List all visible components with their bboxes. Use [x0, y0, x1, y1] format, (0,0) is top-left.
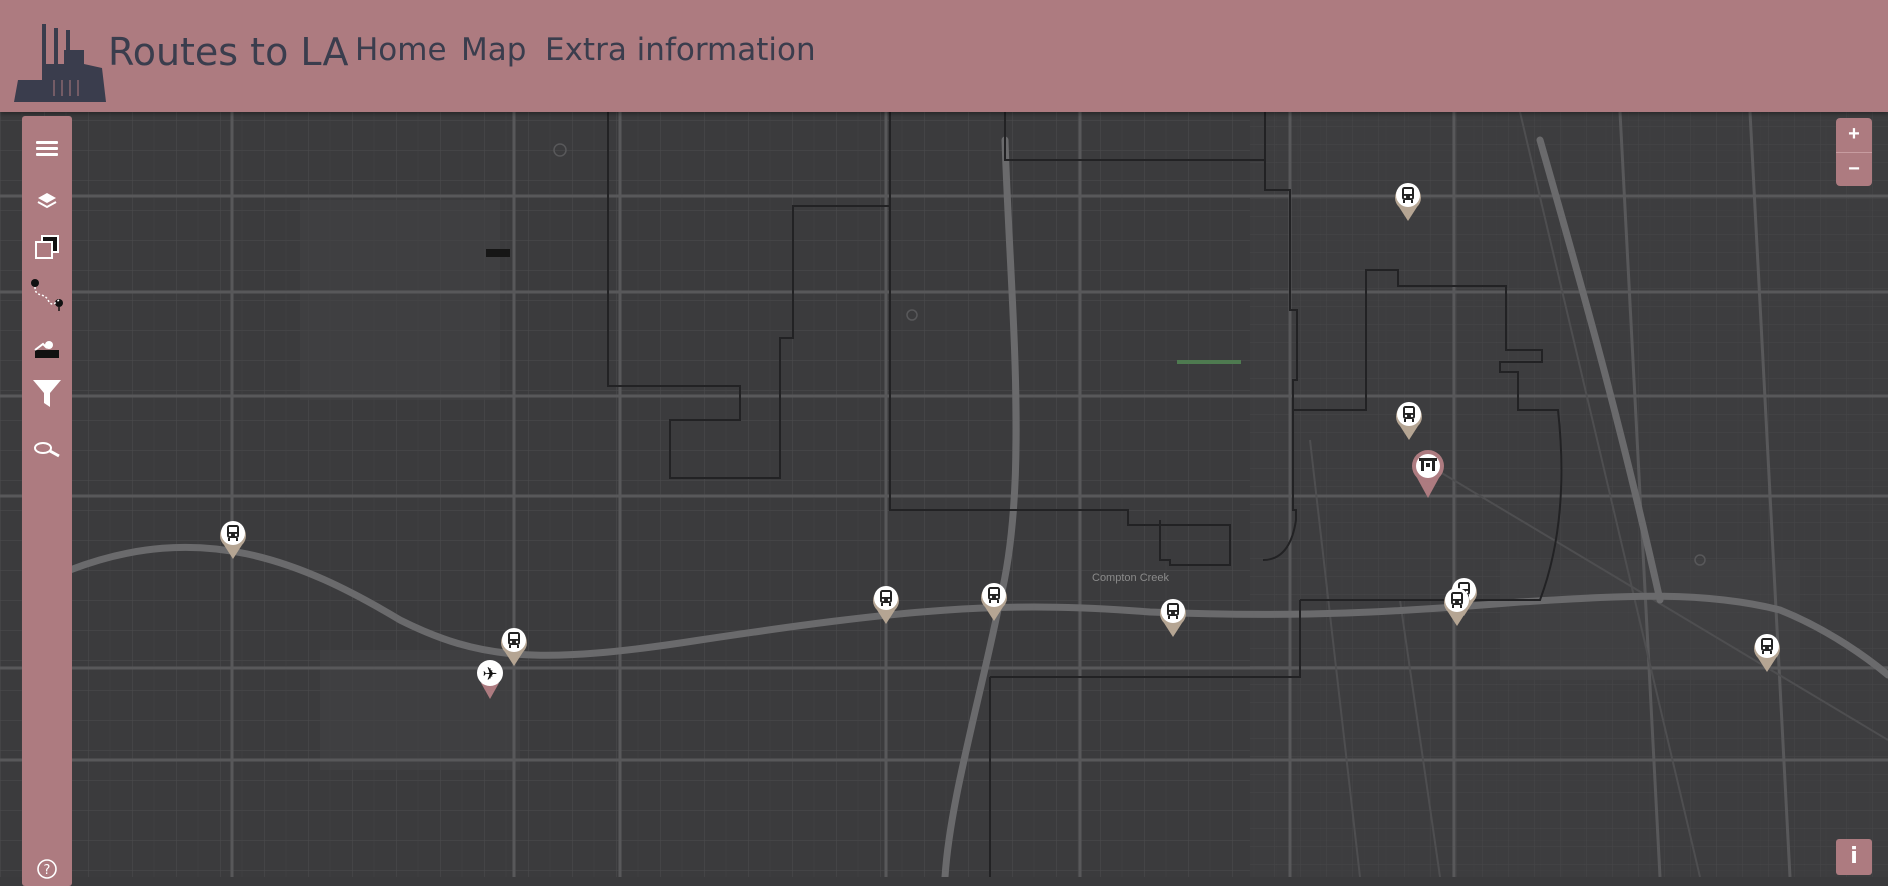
zoom-control: + − — [1836, 118, 1872, 186]
layers-list-icon[interactable] — [30, 132, 64, 166]
map-tools-sidebar: ? — [22, 116, 72, 886]
map-canvas[interactable]: Compton Creek ✈ — [0, 112, 1888, 877]
bus-stop-marker[interactable] — [873, 586, 899, 624]
help-label: ? — [44, 863, 51, 878]
brand-title[interactable]: Routes to LA — [108, 30, 348, 74]
zoom-in-button[interactable]: + — [1836, 118, 1872, 152]
bus-stop-marker[interactable] — [1754, 634, 1780, 672]
bus-stop-marker[interactable] — [1395, 183, 1421, 221]
bus-stop-marker[interactable] — [501, 628, 527, 666]
bus-stop-marker[interactable] — [1160, 599, 1186, 637]
search-icon[interactable] — [30, 432, 64, 466]
filter-icon[interactable] — [30, 376, 64, 410]
brand-logo-icon — [14, 24, 106, 102]
airport-marker[interactable]: ✈ — [477, 660, 503, 699]
nav-link-extra-information[interactable]: Extra information — [545, 32, 816, 68]
bus-stop-marker[interactable] — [1396, 402, 1422, 440]
help-icon[interactable]: ? — [30, 856, 64, 882]
rail-station-marker[interactable] — [1412, 450, 1444, 498]
bus-stop-marker[interactable] — [981, 583, 1007, 621]
marker-layer: ✈ — [220, 183, 1780, 699]
zoom-out-button[interactable]: − — [1836, 152, 1872, 187]
basemap-icon[interactable] — [30, 184, 64, 218]
navbar: Routes to LA Home Map Extra information — [0, 0, 1888, 112]
nav-link-map[interactable]: Map — [461, 32, 526, 68]
bus-stop-marker[interactable] — [1444, 588, 1470, 626]
svg-text:✈: ✈ — [482, 664, 497, 685]
measure-icon[interactable] — [30, 332, 64, 366]
info-button[interactable]: i — [1836, 839, 1872, 875]
overlay-icon[interactable] — [30, 230, 64, 264]
nav-link-home[interactable]: Home — [355, 32, 447, 68]
route-icon[interactable] — [30, 278, 64, 312]
bus-stop-marker[interactable] — [220, 521, 246, 559]
